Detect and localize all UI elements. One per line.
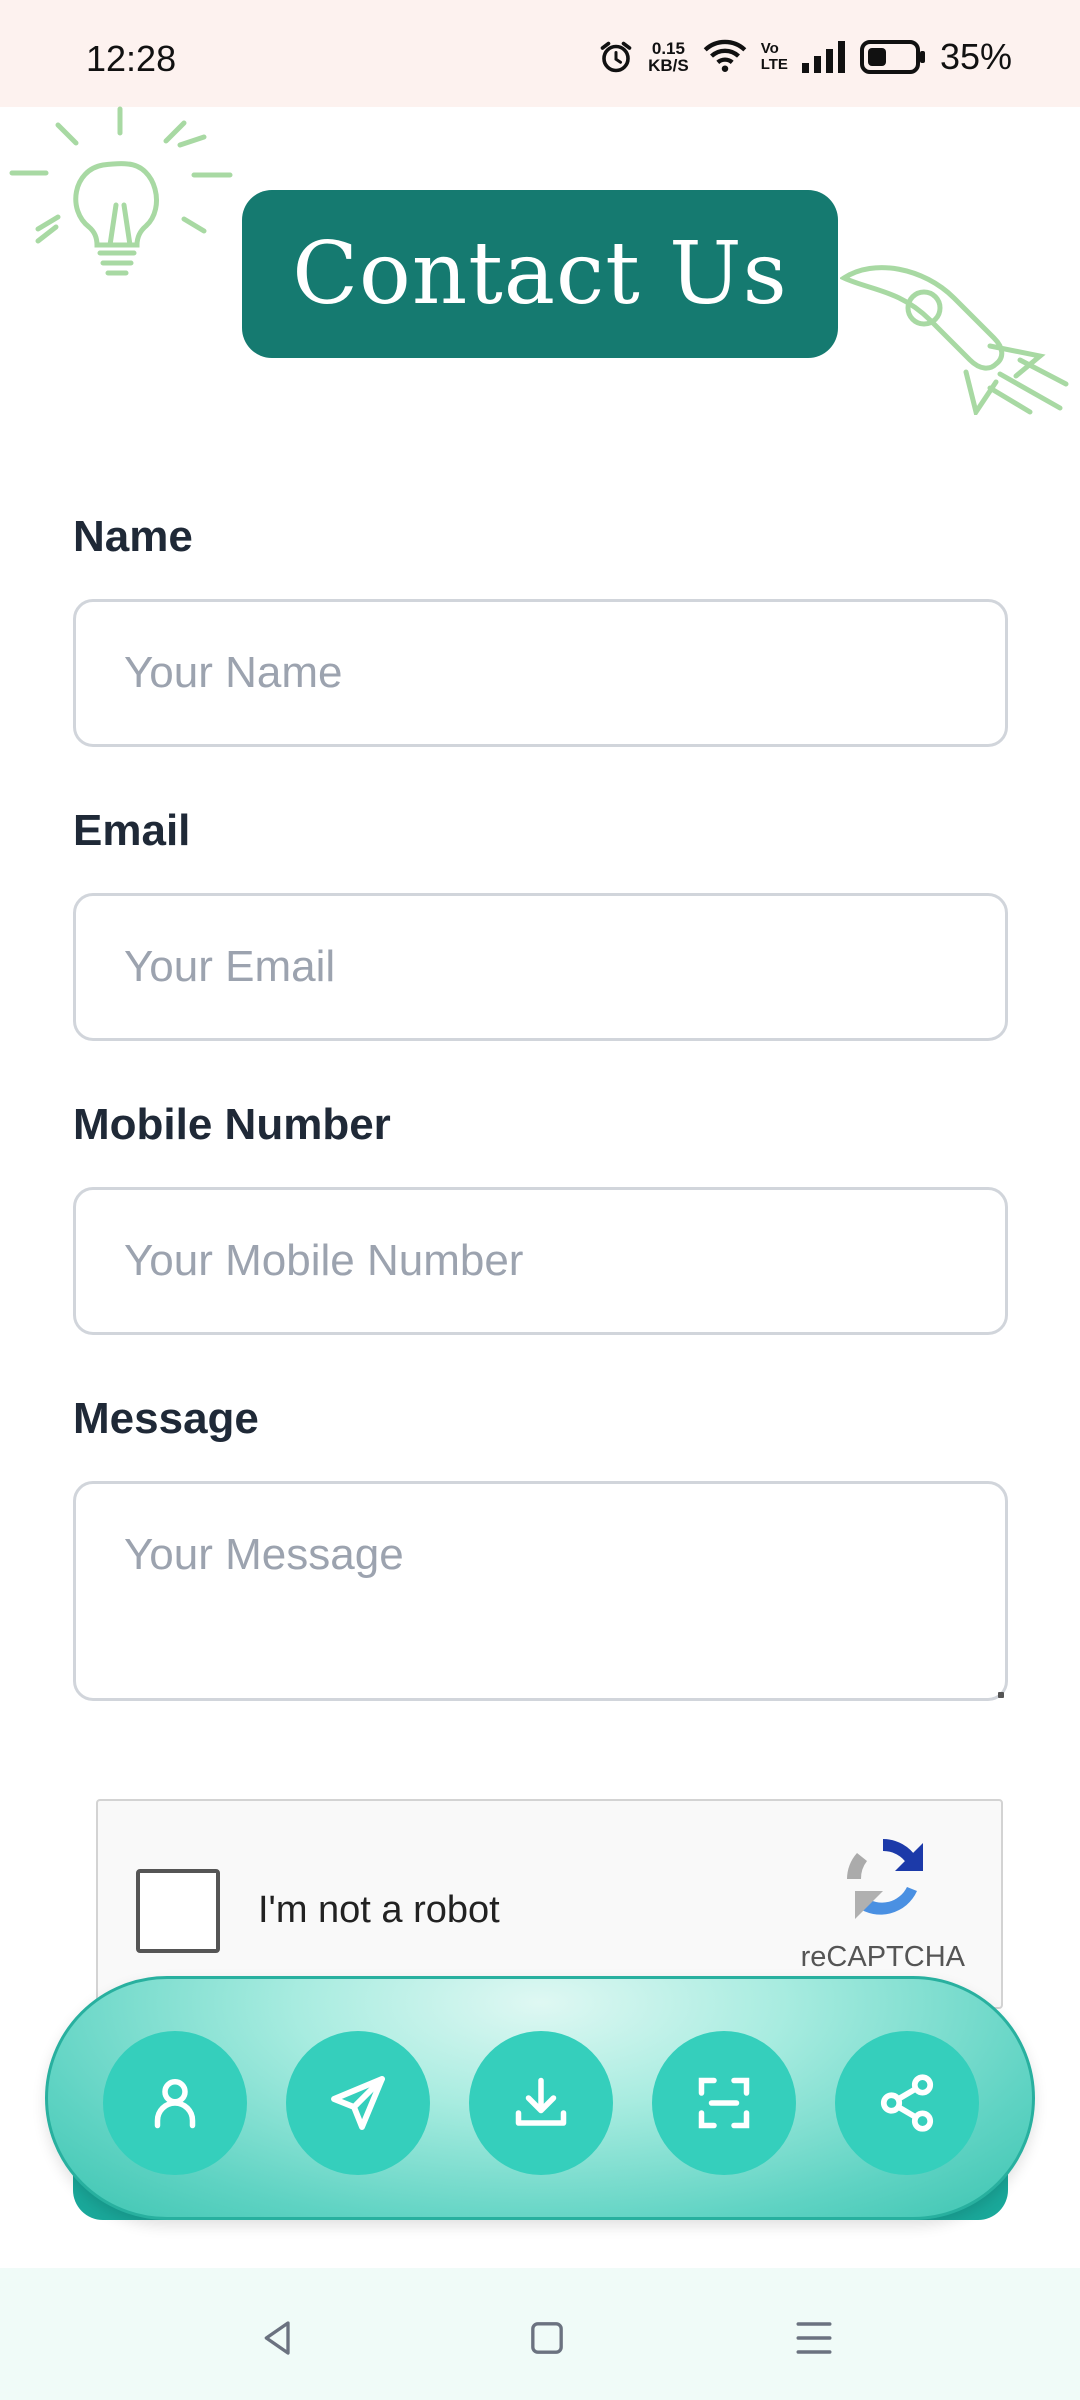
recaptcha-checkbox[interactable] [136,1869,220,1953]
page-title-badge: Contact Us [242,190,838,358]
name-label: Name [73,512,193,561]
mobile-input[interactable] [73,1187,1008,1335]
battery-level: 35% [939,36,1012,77]
send-button[interactable] [286,2031,430,2175]
name-input[interactable] [73,599,1008,747]
recaptcha-label: I'm not a robot [258,1889,500,1931]
floating-action-dock [45,1976,1035,2220]
download-icon [515,2077,567,2126]
scan-button[interactable] [652,2031,796,2175]
status-bar: 12:28 0.15 KB/S Vo LTE 35% [0,0,1080,107]
recaptcha-brand: reCAPTCHA [800,1941,965,1973]
home-button[interactable] [517,2308,577,2368]
volte-indicator: Vo LTE [760,40,788,73]
signal-icon [801,41,845,73]
mobile-label: Mobile Number [73,1100,391,1149]
message-label: Message [73,1394,259,1443]
status-icons: 0.15 KB/S Vo LTE 35% [598,36,1012,78]
profile-button[interactable] [103,2031,247,2175]
message-textarea[interactable] [73,1481,1008,1701]
back-button[interactable] [248,2308,308,2368]
textarea-resize-handle[interactable] [998,1692,1004,1698]
network-speed: 0.15 KB/S [648,39,689,75]
share-icon [880,2074,934,2132]
send-icon [331,2076,385,2130]
alarm-icon [600,41,632,73]
recents-button[interactable] [784,2308,844,2368]
wifi-icon [703,39,747,72]
email-input[interactable] [73,893,1008,1041]
home-icon [531,2322,563,2354]
system-nav-bar [0,2268,1080,2400]
download-button[interactable] [469,2031,613,2175]
email-label: Email [73,806,191,855]
lightbulb-doodle-icon [9,106,233,276]
share-button[interactable] [835,2031,979,2175]
menu-icon [796,2322,832,2354]
page-title: Contact Us [292,224,788,324]
scan-icon [698,2077,750,2129]
person-icon [154,2079,196,2129]
recaptcha-logo-icon [847,1839,923,1919]
rocket-doodle-icon [840,265,1069,415]
status-time: 12:28 [86,38,177,79]
battery-icon [859,40,925,74]
back-icon [264,2321,290,2355]
